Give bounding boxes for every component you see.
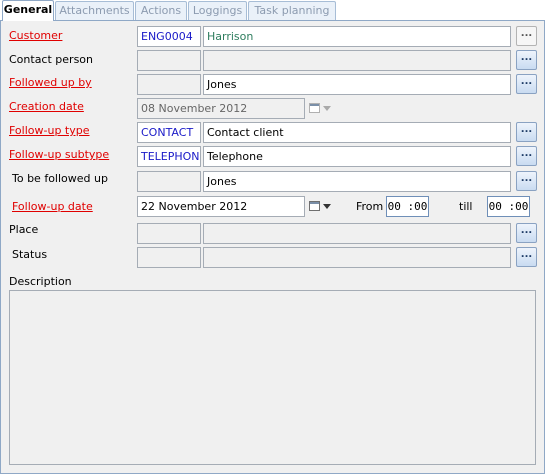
creation-date-label[interactable]: Creation date	[9, 100, 84, 114]
followup-type-label[interactable]: Follow-up type	[9, 124, 90, 138]
creation-date-calendar-icon	[306, 99, 336, 118]
description-textarea[interactable]	[9, 290, 536, 465]
creation-date-field: 08 November 2012	[137, 98, 305, 119]
followup-type-name-field[interactable]: Contact client	[203, 122, 511, 143]
tab-attachments[interactable]: Attachments	[55, 1, 134, 20]
status-label: Status	[12, 248, 48, 261]
followed-up-by-code-field[interactable]	[137, 74, 201, 95]
customer-label[interactable]: Customer	[9, 29, 62, 43]
followed-up-by-name-field[interactable]: Jones	[203, 74, 511, 95]
to-be-followed-up-code-field[interactable]	[137, 171, 201, 192]
status-name-field[interactable]	[203, 247, 511, 268]
contact-person-lookup-button[interactable]: ...	[516, 50, 537, 70]
followed-up-by-lookup-button[interactable]: ...	[516, 74, 537, 94]
status-code-field[interactable]	[137, 247, 201, 268]
place-lookup-button[interactable]: ...	[516, 223, 537, 243]
contact-person-name-field[interactable]	[203, 50, 511, 71]
place-name-field[interactable]	[203, 223, 511, 244]
tab-strip: General Attachments Actions Loggings Tas…	[0, 0, 545, 21]
place-code-field[interactable]	[137, 223, 201, 244]
customer-code-field[interactable]: ENG0004	[137, 26, 201, 47]
tab-task-planning[interactable]: Task planning	[248, 1, 336, 20]
customer-lookup-button[interactable]: ...	[516, 26, 537, 46]
tab-general[interactable]: General	[2, 0, 54, 21]
status-lookup-button[interactable]: ...	[516, 247, 537, 267]
to-be-followed-up-name-field[interactable]: Jones	[203, 171, 511, 192]
followup-date-label[interactable]: Follow-up date	[12, 200, 93, 214]
followed-up-by-label[interactable]: Followed up by	[9, 76, 92, 90]
contact-person-label: Contact person	[9, 53, 93, 66]
place-label: Place	[9, 223, 39, 236]
contact-person-code-field[interactable]	[137, 50, 201, 71]
tab-actions[interactable]: Actions	[135, 1, 187, 20]
till-label: till	[459, 200, 473, 213]
tab-loggings[interactable]: Loggings	[188, 1, 247, 20]
to-be-followed-up-label: To be followed up	[12, 172, 108, 185]
customer-name-field[interactable]: Harrison	[203, 26, 511, 47]
followup-subtype-code-field[interactable]: TELEPHON	[137, 146, 201, 167]
till-time-field[interactable]: 00 :00	[487, 196, 530, 217]
description-label: Description	[9, 275, 72, 288]
from-label: From	[356, 200, 384, 213]
followup-date-calendar-icon[interactable]	[306, 197, 336, 216]
to-be-followed-up-lookup-button[interactable]: ...	[516, 171, 537, 191]
followup-subtype-label[interactable]: Follow-up subtype	[9, 148, 109, 162]
followup-subtype-name-field[interactable]: Telephone	[203, 146, 511, 167]
followup-type-code-field[interactable]: CONTACT	[137, 122, 201, 143]
followup-subtype-lookup-button[interactable]: ...	[516, 146, 537, 166]
followup-type-lookup-button[interactable]: ...	[516, 122, 537, 142]
from-time-field[interactable]: 00 :00	[386, 196, 429, 217]
followup-date-field[interactable]: 22 November 2012	[137, 196, 305, 217]
